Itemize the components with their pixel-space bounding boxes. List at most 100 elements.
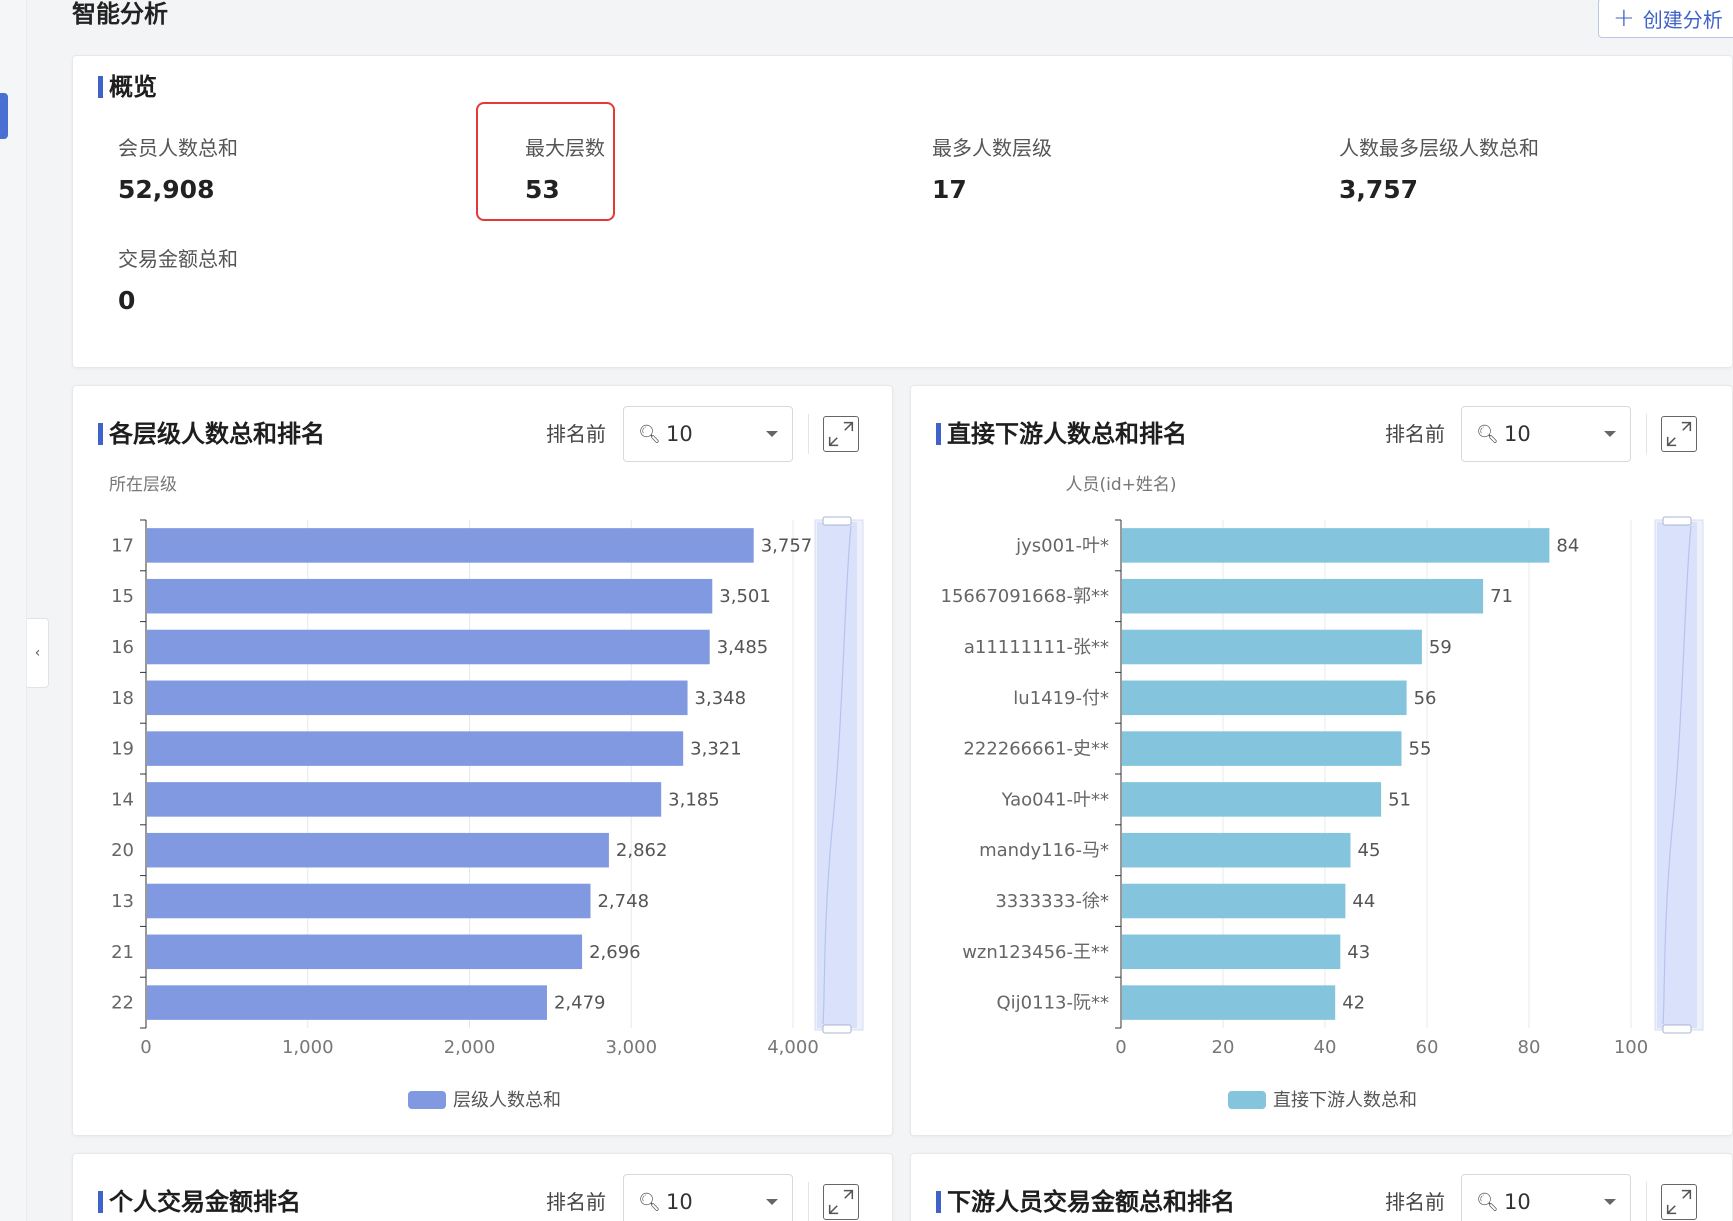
divider	[1646, 1182, 1647, 1221]
bar	[147, 782, 662, 817]
bar	[147, 731, 684, 766]
bar	[1122, 883, 1346, 919]
y-tick-label: jys001-叶*	[1015, 535, 1109, 556]
bar	[147, 578, 713, 614]
legend-swatch	[408, 1091, 446, 1109]
downstream-rank-card: 直接下游人数总和排名 排名前 🔍︎ 10 人员(id+姓名) 0 20 40 60 80 1…	[910, 385, 1733, 1136]
stat-value: 17	[932, 175, 967, 204]
x-tick-label: 2,000	[444, 1037, 496, 1058]
data-label: 2,696	[589, 942, 641, 963]
expand-icon[interactable]	[823, 1184, 859, 1220]
bar	[1122, 832, 1351, 868]
overview-card: 概览 会员人数总和 52,908 最大层数 53 最多人数层级 17 人数最多层…	[72, 55, 1733, 368]
legend-label: 层级人数总和	[453, 1090, 561, 1111]
bar	[147, 985, 547, 1020]
search-icon: 🔍︎	[1476, 1191, 1499, 1213]
y-tick-label: 222266661-史**	[963, 739, 1109, 760]
data-label: 3,348	[695, 688, 747, 709]
create-analysis-label: 创建分析	[1642, 7, 1723, 32]
y-tick-label: 17	[111, 535, 134, 556]
y-tick-label: Qij0113-阮**	[997, 993, 1109, 1014]
zoom-handle-top	[822, 516, 852, 526]
data-label: 59	[1429, 637, 1452, 658]
x-tick-label: 60	[1416, 1037, 1439, 1058]
data-label: 51	[1388, 789, 1411, 810]
stat-label: 最多人数层级	[932, 136, 1052, 160]
y-tick-label: mandy116-马*	[979, 840, 1109, 861]
data-label: 42	[1342, 993, 1365, 1014]
data-label: 45	[1358, 840, 1381, 861]
y-tick-label: 20	[111, 840, 134, 861]
data-label: 2,748	[597, 891, 649, 912]
bar	[147, 680, 688, 716]
legend-label: 直接下游人数总和	[1273, 1090, 1417, 1111]
downstream-trade-title: 下游人员交易金额总和排名	[936, 1188, 1235, 1216]
data-label: 44	[1352, 891, 1375, 912]
x-tick-label: 100	[1614, 1037, 1648, 1058]
data-label: 3,501	[719, 586, 771, 607]
y-tick-label: 15667091668-郭**	[941, 586, 1109, 607]
zoom-handle-bottom	[822, 1024, 852, 1034]
downstream-rank-chart: 人员(id+姓名) 0 20 40 60 80 100 84 jys001-叶* 71 156670…	[941, 475, 1704, 1111]
data-label: 3,321	[690, 739, 742, 760]
data-label: 43	[1347, 942, 1370, 963]
rank-top-select[interactable]: 🔍︎ 10	[623, 1174, 793, 1221]
data-label: 84	[1556, 535, 1579, 556]
data-label: 3,757	[761, 535, 813, 556]
rank-label: 排名前	[1385, 1190, 1445, 1214]
x-tick-label: 20	[1212, 1037, 1235, 1058]
x-tick-label: 80	[1518, 1037, 1541, 1058]
bar	[147, 629, 710, 665]
expand-icon[interactable]	[1661, 1184, 1697, 1220]
x-tick-label: 1,000	[282, 1037, 334, 1058]
y-tick-label: Yao041-叶**	[1001, 789, 1109, 810]
divider	[808, 1182, 809, 1221]
y-tick-label: 14	[111, 789, 134, 810]
highlight-annotation-box	[476, 102, 615, 221]
sidebar-collapse-button[interactable]: ‹	[27, 618, 49, 688]
stat-member-total: 会员人数总和 52,908	[118, 136, 238, 204]
stat-trade-total: 交易金额总和 0	[118, 247, 238, 315]
bar	[147, 528, 754, 563]
legend-swatch	[1228, 1091, 1266, 1109]
level-rank-card: 各层级人数总和排名 排名前 🔍︎ 10 所在层级 0 1,000 2,000 3,000…	[72, 385, 893, 1136]
bar	[147, 934, 583, 970]
rank-select-value: 10	[666, 1190, 693, 1214]
overview-title: 概览	[98, 73, 157, 101]
page-title: 智能分析	[72, 0, 168, 28]
personal-trade-card: 个人交易金额排名 排名前 🔍︎ 10	[72, 1153, 893, 1221]
y-tick-label: 21	[111, 942, 134, 963]
stat-value: 0	[118, 286, 136, 315]
stat-label: 会员人数总和	[118, 136, 238, 160]
data-label: 3,485	[717, 637, 769, 658]
y-tick-label: 16	[111, 637, 134, 658]
x-tick-label: 3,000	[605, 1037, 657, 1058]
x-tick-label: 4,000	[767, 1037, 819, 1058]
bar	[1122, 528, 1550, 563]
x-tick-label: 0	[140, 1037, 151, 1058]
zoom-handle-bottom	[1662, 1024, 1692, 1034]
bar	[1122, 985, 1336, 1020]
plus-icon: +	[1613, 3, 1635, 33]
data-label: 56	[1414, 688, 1437, 709]
chevron-down-icon	[1604, 1199, 1616, 1205]
search-icon: 🔍︎	[638, 1191, 661, 1213]
chevron-left-icon: ‹	[34, 645, 41, 661]
zoom-handle-top	[1662, 516, 1692, 526]
bar	[1122, 629, 1422, 665]
rank-label: 排名前	[546, 1190, 606, 1214]
rank-top-select[interactable]: 🔍︎ 10	[1461, 1174, 1631, 1221]
stat-top-level: 最多人数层级 17	[932, 136, 1052, 204]
nav-active-indicator[interactable]	[0, 93, 8, 139]
bar	[147, 832, 609, 868]
left-rail	[0, 0, 27, 1221]
bar	[1122, 731, 1402, 766]
stat-top-level-total: 人数最多层级人数总和 3,757	[1339, 136, 1539, 204]
stat-value: 52,908	[118, 175, 215, 204]
data-label: 2,862	[616, 840, 668, 861]
level-rank-chart: 所在层级 0 1,000 2,000 3,000 4,000 3,757 17 3,501 15 3…	[109, 475, 864, 1111]
data-label: 55	[1409, 739, 1432, 760]
data-label: 2,479	[554, 993, 606, 1014]
downstream-trade-card: 下游人员交易金额总和排名 排名前 🔍︎ 10	[910, 1153, 1733, 1221]
create-analysis-button[interactable]: + 创建分析	[1598, 0, 1733, 38]
